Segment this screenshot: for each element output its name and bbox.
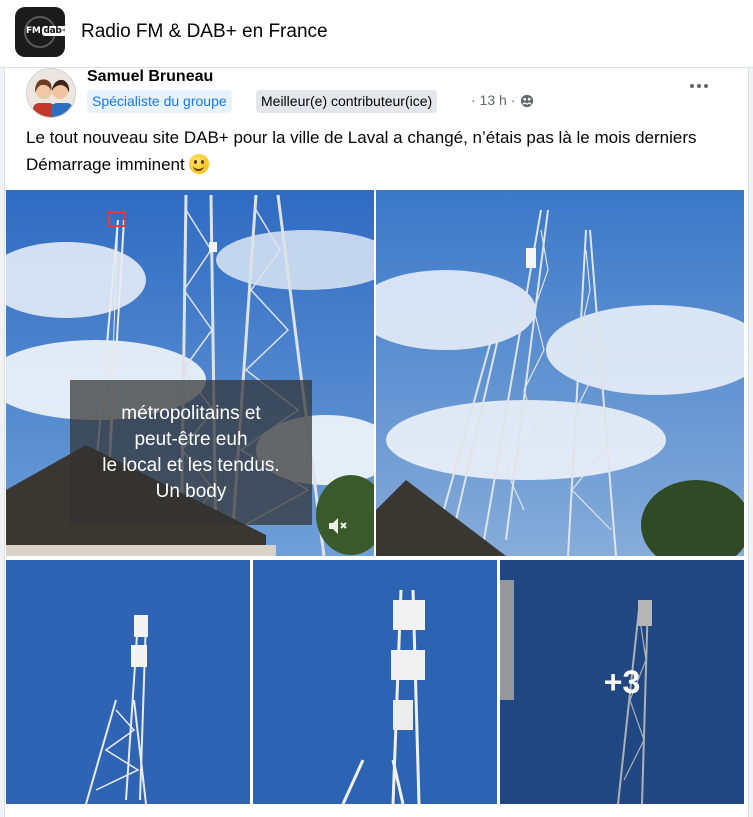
group-specialist-badge[interactable]: Spécialiste du groupe (87, 90, 232, 113)
speaker-muted-icon[interactable] (326, 515, 348, 537)
logo-text: FMdab+ (26, 26, 65, 36)
post-video[interactable]: métropolitains et peut-être euh le local… (6, 190, 374, 556)
group-header: FMdab+ Radio FM & DAB+ en France (0, 0, 753, 68)
more-photos-count[interactable]: +3 (500, 560, 744, 804)
group-logo[interactable]: FMdab+ (15, 7, 65, 57)
post-time[interactable]: · 13 h · (471, 92, 515, 108)
author-avatar[interactable] (26, 68, 76, 118)
caption-line: métropolitains et (121, 402, 261, 424)
post-text-body: Le tout nouveau site DAB+ pour la ville … (26, 128, 697, 174)
post-meta: · 13 h · (471, 92, 534, 108)
smiling-emoji-icon (188, 154, 209, 174)
more-options-icon[interactable] (685, 74, 713, 98)
post-card: Samuel Bruneau Spécialiste du groupe Mei… (4, 68, 749, 817)
group-title[interactable]: Radio FM & DAB+ en France (81, 21, 328, 43)
post-photo[interactable] (253, 560, 497, 804)
post-photo[interactable] (376, 190, 744, 556)
author-name[interactable]: Samuel Bruneau (87, 68, 213, 86)
post-text: Le tout nouveau site DAB+ pour la ville … (26, 124, 726, 178)
post-photo-more[interactable]: +3 (500, 560, 744, 804)
group-privacy-icon (521, 94, 534, 108)
caption-line: peut-être euh (134, 428, 248, 450)
top-contributor-badge[interactable]: Meilleur(e) contributeur(ice) (256, 90, 438, 113)
video-caption: métropolitains et peut-être euh le local… (70, 380, 312, 525)
caption-line: le local et les tendus. (102, 454, 280, 476)
caption-line: Un body (155, 480, 227, 502)
post-photo[interactable] (6, 560, 250, 804)
